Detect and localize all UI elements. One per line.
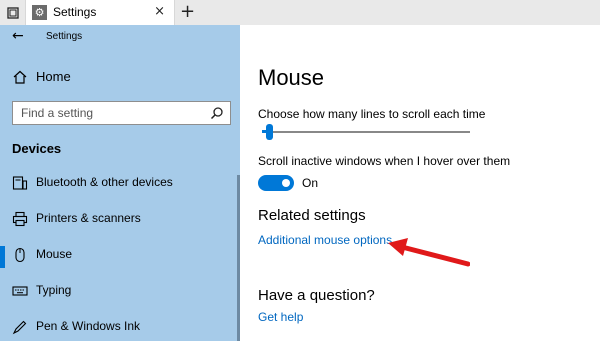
search-input[interactable]: Find a setting bbox=[12, 101, 231, 125]
sidebar-item-home[interactable]: Home bbox=[0, 65, 240, 91]
scroll-lines-slider[interactable] bbox=[262, 131, 470, 133]
question-heading: Have a question? bbox=[258, 287, 375, 304]
search-icon[interactable] bbox=[210, 106, 224, 120]
sidebar-item-label: Typing bbox=[36, 283, 72, 297]
tab-bar: ⚙ Settings × + bbox=[0, 0, 600, 25]
sidebar-item-label: Bluetooth & other devices bbox=[36, 175, 173, 189]
sidebar-item-pen[interactable]: Pen & Windows Ink bbox=[0, 315, 240, 341]
toggle-state-label: On bbox=[302, 176, 319, 190]
toggle-knob bbox=[282, 179, 290, 187]
mouse-icon bbox=[15, 247, 25, 263]
inactive-scroll-label: Scroll inactive windows when I hover ove… bbox=[258, 154, 511, 168]
task-view-icon[interactable] bbox=[0, 0, 25, 25]
inactive-scroll-toggle[interactable] bbox=[258, 175, 294, 191]
sidebar-item-label: Printers & scanners bbox=[36, 211, 141, 225]
app-title: Settings bbox=[46, 31, 83, 42]
sidebar: ← Settings Home Find a setting Devices B… bbox=[0, 25, 240, 341]
back-button[interactable]: ← bbox=[12, 28, 24, 44]
sidebar-item-label: Pen & Windows Ink bbox=[36, 319, 141, 333]
slider-thumb[interactable] bbox=[266, 124, 273, 140]
main-content: Mouse Choose how many lines to scroll ea… bbox=[240, 25, 600, 341]
get-help-link[interactable]: Get help bbox=[258, 310, 303, 324]
sidebar-item-label: Home bbox=[36, 69, 71, 84]
sidebar-item-bluetooth[interactable]: Bluetooth & other devices bbox=[0, 171, 240, 199]
settings-tab[interactable]: ⚙ Settings × bbox=[25, 0, 175, 25]
close-tab-button[interactable]: × bbox=[154, 4, 165, 19]
gear-icon: ⚙ bbox=[32, 5, 47, 20]
additional-mouse-options-link[interactable]: Additional mouse options bbox=[258, 233, 392, 247]
page-title: Mouse bbox=[258, 65, 325, 90]
sidebar-item-mouse[interactable]: Mouse bbox=[0, 243, 240, 271]
scroll-lines-label: Choose how many lines to scroll each tim… bbox=[258, 107, 486, 121]
sidebar-item-typing[interactable]: Typing bbox=[0, 279, 240, 307]
bluetooth-devices-icon bbox=[12, 176, 28, 190]
section-heading: Devices bbox=[12, 141, 62, 156]
pen-icon bbox=[12, 320, 27, 335]
sidebar-item-printers[interactable]: Printers & scanners bbox=[0, 207, 240, 235]
printer-icon bbox=[12, 211, 28, 227]
search-placeholder: Find a setting bbox=[21, 106, 94, 120]
new-tab-button[interactable]: + bbox=[180, 1, 195, 22]
tab-title: Settings bbox=[53, 5, 97, 19]
keyboard-icon bbox=[12, 286, 28, 296]
selected-indicator bbox=[0, 246, 5, 268]
home-icon bbox=[13, 70, 27, 84]
annotation-arrow-icon bbox=[388, 238, 470, 267]
related-settings-heading: Related settings bbox=[258, 207, 366, 224]
sidebar-item-label: Mouse bbox=[36, 247, 73, 261]
